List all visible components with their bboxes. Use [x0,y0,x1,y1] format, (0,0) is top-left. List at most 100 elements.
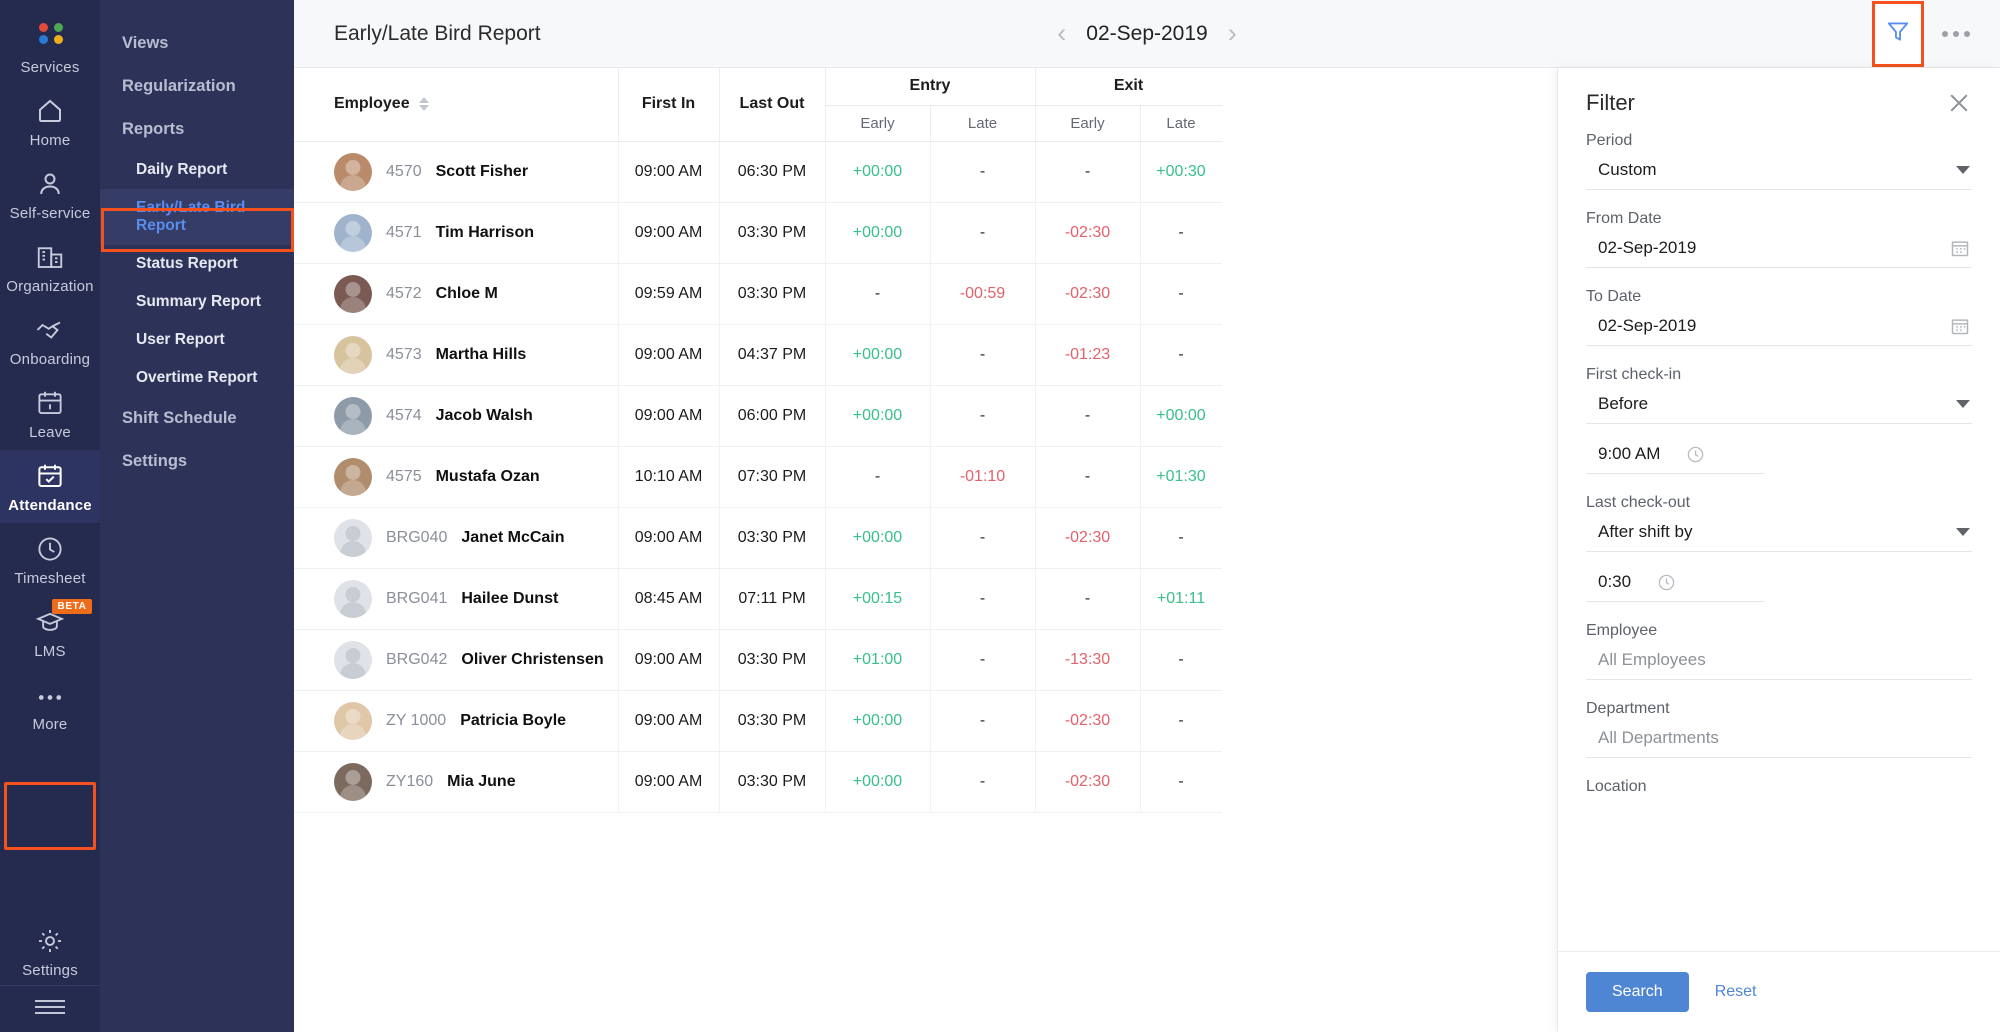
th-first-in[interactable]: First In [618,68,720,142]
cell-employee[interactable]: ZY 1000 Patricia Boyle [294,690,619,752]
subnav-item-early-late-bird-report[interactable]: Early/Late Bird Report [100,189,294,245]
table-row[interactable]: BRG042 Oliver Christensen 09:00 AM 03:30 PM… [294,629,1222,691]
rail-item-more[interactable]: More [0,669,100,742]
report-table-container[interactable]: Employee First In Last Out Entry Exit Ea… [294,68,1222,1032]
beta-badge: BETA [51,599,93,614]
cell-employee[interactable]: BRG042 Oliver Christensen [294,629,619,691]
th-exit-early[interactable]: Early [1035,105,1141,142]
subnav-reports[interactable]: Reports [100,108,294,151]
close-icon[interactable] [1946,90,1972,116]
subnav-settings[interactable]: Settings [100,440,294,483]
th-exit-late[interactable]: Late [1140,105,1222,142]
table-row[interactable]: 4570 Scott Fisher 09:00 AM 06:30 PM +00:00- -… [294,141,1222,203]
rail-item-lms[interactable]: BETA LMS [0,596,100,669]
table-row[interactable]: 4573 Martha Hills 09:00 AM 04:37 PM +00:00- -… [294,324,1222,386]
cell-entry-early: +00:00 [825,751,931,813]
rail-item-self-service[interactable]: Self-service [0,158,100,231]
cell-exit-late: - [1140,690,1222,752]
cell-entry-late: - [930,507,1036,569]
cell-employee[interactable]: 4571 Tim Harrison [294,202,619,264]
to-date-input[interactable]: 02-Sep-2019 [1586,316,1972,346]
clock-icon[interactable] [1657,573,1676,592]
th-entry-late[interactable]: Late [930,105,1036,142]
first-checkin-select[interactable]: Before [1586,394,1972,424]
cell-employee[interactable]: 4574 Jacob Walsh [294,385,619,447]
building-icon [35,242,65,272]
calendar-icon[interactable] [1950,316,1970,336]
cell-employee[interactable]: 4575 Mustafa Ozan [294,446,619,508]
chevron-down-icon[interactable] [1956,400,1970,408]
table-row[interactable]: BRG041 Hailee Dunst 08:45 AM 07:11 PM +00:15… [294,568,1222,630]
rail-item-settings[interactable]: Settings [0,915,100,985]
subnav-item-daily-report[interactable]: Daily Report [100,151,294,189]
rail-label-attendance: Attendance [8,497,92,514]
table-row[interactable]: ZY 1000 Patricia Boyle 09:00 AM 03:30 PM +00… [294,690,1222,752]
filter-button[interactable] [1872,0,1924,67]
cell-employee[interactable]: BRG040 Janet McCain [294,507,619,569]
rail-item-timesheet[interactable]: Timesheet [0,523,100,596]
sort-icon[interactable] [418,97,429,112]
avatar [334,701,372,740]
cell-employee[interactable]: 4572 Chloe M [294,263,619,325]
chevron-right-icon[interactable]: › [1228,20,1237,47]
cell-employee[interactable]: BRG041 Hailee Dunst [294,568,619,630]
table-row[interactable]: 4572 Chloe M 09:59 AM 03:30 PM - -00:59 -02:30… [294,263,1222,325]
more-options-button[interactable] [1934,21,1978,47]
cell-employee[interactable]: 4573 Martha Hills [294,324,619,386]
table-row[interactable]: ZY160 Mia June 09:00 AM 03:30 PM +00:00- -02:… [294,751,1222,813]
rail-item-services[interactable]: Services [0,12,100,85]
chevron-down-icon[interactable] [1956,528,1970,536]
calendar-icon[interactable] [1950,238,1970,258]
table-row[interactable]: 4575 Mustafa Ozan 10:10 AM 07:30 PM - -01:10-… [294,446,1222,508]
rail-item-home[interactable]: Home [0,85,100,158]
avatar [334,335,372,374]
th-last-out[interactable]: Last Out [719,68,826,142]
reset-button[interactable]: Reset [1715,983,1757,1001]
department-input[interactable]: All Departments [1586,728,1972,758]
avatar [334,457,372,496]
employee-input[interactable]: All Employees [1586,650,1972,680]
chevron-left-icon[interactable]: ‹ [1057,20,1066,47]
cell-employee[interactable]: ZY160 Mia June [294,751,619,813]
subnav-item-overtime-report[interactable]: Overtime Report [100,359,294,397]
table-row[interactable]: 4571 Tim Harrison 09:00 AM 03:30 PM +00:00- -… [294,202,1222,264]
from-date-input[interactable]: 02-Sep-2019 [1586,238,1972,268]
table-row[interactable]: 4574 Jacob Walsh 09:00 AM 06:00 PM +00:00- - +… [294,385,1222,447]
first-checkin-time-input[interactable]: 9:00 AM [1586,444,1764,474]
field-first-checkin: First check-in Before [1586,366,1972,424]
rail-item-attendance[interactable]: Attendance [0,450,100,523]
subnav-shift-schedule[interactable]: Shift Schedule [100,397,294,440]
cell-last-out: 06:00 PM [719,385,826,447]
subnav-item-user-report[interactable]: User Report [100,321,294,359]
last-checkout-select[interactable]: After shift by [1586,522,1972,552]
table-row[interactable]: BRG040 Janet McCain 09:00 AM 03:30 PM +00:00… [294,507,1222,569]
rail-item-leave[interactable]: Leave [0,377,100,450]
subnav-regularization[interactable]: Regularization [100,65,294,108]
cell-last-out: 06:30 PM [719,141,826,203]
cell-exit-late: +00:30 [1140,141,1222,203]
th-employee[interactable]: Employee [294,68,619,142]
last-checkout-time-input[interactable]: 0:30 [1586,572,1764,602]
chevron-down-icon[interactable] [1956,166,1970,174]
toolbar-actions [1872,0,2000,67]
cell-employee[interactable]: 4570 Scott Fisher [294,141,619,203]
employee-id: ZY160 [386,772,434,790]
ellipsis-icon [35,680,65,710]
hamburger-icon[interactable] [0,985,100,1032]
clock-icon[interactable] [1686,445,1705,464]
rail-item-onboarding[interactable]: Onboarding [0,304,100,377]
filter-panel-body: Period Custom From Date 02-Sep-2019 To D… [1558,124,2000,951]
subnav-item-status-report[interactable]: Status Report [100,245,294,283]
to-date-value: 02-Sep-2019 [1598,316,1697,335]
subnav-item-summary-report[interactable]: Summary Report [100,283,294,321]
cell-exit-early: -02:30 [1035,263,1141,325]
period-select[interactable]: Custom [1586,160,1972,190]
search-button[interactable]: Search [1586,972,1689,1012]
cell-exit-early: -02:30 [1035,690,1141,752]
subnav-views[interactable]: Views [100,22,294,65]
th-entry-early[interactable]: Early [825,105,931,142]
cell-first-in: 09:00 AM [618,141,720,203]
app-root: Services Home Self-service Organization [0,0,2000,1032]
rail-item-organization[interactable]: Organization [0,231,100,304]
cell-exit-early: -01:23 [1035,324,1141,386]
